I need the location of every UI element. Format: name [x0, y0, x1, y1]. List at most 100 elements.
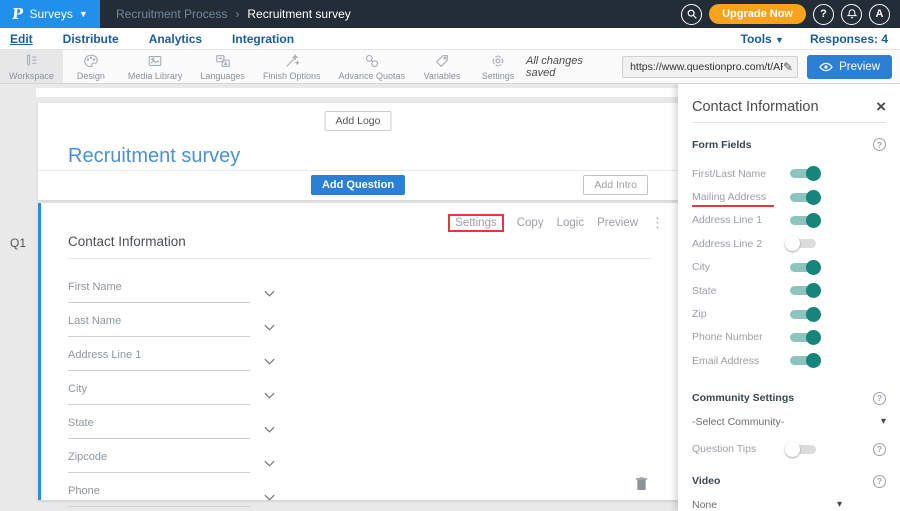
- toggle-state[interactable]: [790, 286, 816, 295]
- toggle-label: Zip: [692, 308, 790, 320]
- chevron-down-icon[interactable]: [264, 426, 275, 433]
- trash-icon: [635, 476, 648, 491]
- questionpro-logo-icon: P: [11, 5, 24, 23]
- survey-title[interactable]: Recruitment survey: [68, 145, 240, 168]
- video-select[interactable]: None ▾: [692, 499, 842, 511]
- toolbar-tab-label: Advance Quotas: [338, 71, 405, 81]
- chevron-down-icon[interactable]: [264, 392, 275, 399]
- toggle-email-address[interactable]: [790, 356, 816, 365]
- field-input[interactable]: Phone: [68, 481, 250, 507]
- question-action-settings[interactable]: Settings: [448, 214, 504, 232]
- toolbar-tab-label: Languages: [200, 71, 245, 81]
- chevron-down-icon: ▼: [79, 9, 88, 19]
- help-icon[interactable]: ?: [873, 443, 886, 456]
- toggle-zip[interactable]: [790, 310, 816, 319]
- question-tips-toggle[interactable]: [790, 445, 816, 454]
- toggle-mailing-address[interactable]: [790, 193, 816, 202]
- question-title: Contact Information: [68, 234, 186, 249]
- toolbar-tab-label: Settings: [482, 71, 515, 81]
- video-select-value: None: [692, 499, 717, 511]
- field-input[interactable]: State: [68, 413, 250, 439]
- more-options-icon[interactable]: ⋮: [651, 215, 664, 231]
- panel-title: Contact Information: [692, 99, 819, 115]
- secondary-nav: Edit Distribute Analytics Integration Tools…: [0, 28, 900, 50]
- top-navbar: P Surveys ▼ Recruitment Process › Recrui…: [0, 0, 900, 28]
- toggle-first-last-name[interactable]: [790, 169, 816, 178]
- design-icon: [83, 53, 99, 69]
- edit-url-icon[interactable]: ✎: [783, 60, 793, 74]
- settings-panel: Contact Information × Form Fields ? Firs…: [678, 84, 900, 511]
- toggle-address-line-2[interactable]: [790, 239, 816, 248]
- editor-canvas: Add Logo Recruitment survey Add Question…: [0, 84, 900, 511]
- settings-icon: [490, 53, 506, 69]
- panel-toggle-row: State: [692, 279, 886, 302]
- add-question-button[interactable]: Add Question: [311, 175, 405, 195]
- chevron-down-icon[interactable]: [264, 460, 275, 467]
- preview-button[interactable]: Preview: [807, 55, 892, 79]
- panel-toggle-row: Phone Number: [692, 326, 886, 349]
- field-label: First Name: [68, 281, 122, 293]
- upgrade-now-button[interactable]: Upgrade Now: [709, 4, 806, 24]
- breadcrumb-parent[interactable]: Recruitment Process: [116, 7, 227, 21]
- question-action-logic[interactable]: Logic: [557, 217, 585, 229]
- question-fields: First Name Last Name Address Line 1 City Sta…: [68, 277, 275, 511]
- notifications-button[interactable]: [841, 4, 862, 25]
- field-label: Phone: [68, 485, 100, 497]
- topbar-actions: Upgrade Now ? A: [681, 4, 900, 25]
- toolbar-tab-finish-options[interactable]: Finish Options: [254, 50, 330, 83]
- chevron-down-icon[interactable]: [264, 290, 275, 297]
- panel-toggle-row: Address Line 1: [692, 209, 886, 232]
- chevron-down-icon[interactable]: [264, 358, 275, 365]
- help-icon[interactable]: ?: [873, 475, 886, 488]
- toolbar-tab-media-library[interactable]: Media Library: [119, 50, 192, 83]
- toolbar-tab-label: Design: [77, 71, 105, 81]
- search-button[interactable]: [681, 4, 702, 25]
- panel-toggle-row: Mailing Address: [692, 185, 886, 208]
- tools-menu[interactable]: Tools ▼: [741, 32, 784, 46]
- community-select[interactable]: -Select Community- ▾: [692, 416, 886, 428]
- question-action-copy[interactable]: Copy: [517, 217, 544, 229]
- form-fields-section-head: Form Fields ?: [692, 138, 886, 151]
- toolbar-tab-advance-quotas[interactable]: Advance Quotas: [329, 50, 414, 83]
- survey-url-field[interactable]: https://www.questionpro.com/t/APNrFZ ✎: [622, 56, 798, 78]
- help-icon[interactable]: ?: [873, 392, 886, 405]
- close-icon[interactable]: ×: [876, 98, 886, 115]
- field-input[interactable]: Address Line 1: [68, 345, 250, 371]
- toolbar-tab-workspace[interactable]: Workspace: [0, 50, 63, 83]
- search-icon: [686, 8, 698, 20]
- account-avatar[interactable]: A: [869, 4, 890, 25]
- responses-link[interactable]: Responses: 4: [810, 32, 888, 46]
- save-status: All changes saved: [526, 55, 613, 79]
- field-input[interactable]: City: [68, 379, 250, 405]
- help-button[interactable]: ?: [813, 4, 834, 25]
- chevron-down-icon[interactable]: [264, 494, 275, 501]
- add-intro-button[interactable]: Add Intro: [583, 175, 648, 195]
- toolbar-tab-languages[interactable]: Languages: [191, 50, 254, 83]
- nav-item-analytics[interactable]: Analytics: [149, 32, 202, 46]
- field-input[interactable]: First Name: [68, 277, 250, 303]
- surveys-menu[interactable]: P Surveys ▼: [0, 0, 100, 28]
- toolbar-tab-label: Media Library: [128, 71, 183, 81]
- question-action-preview[interactable]: Preview: [597, 217, 638, 229]
- delete-question-button[interactable]: [635, 476, 648, 491]
- languages-icon: [215, 53, 231, 69]
- nav-item-integration[interactable]: Integration: [232, 32, 294, 46]
- toggle-phone-number[interactable]: [790, 333, 816, 342]
- add-logo-button[interactable]: Add Logo: [325, 111, 392, 131]
- toggle-label: State: [692, 285, 790, 297]
- toggle-address-line-1[interactable]: [790, 216, 816, 225]
- chevron-down-icon[interactable]: [264, 324, 275, 331]
- field-input[interactable]: Zipcode: [68, 447, 250, 473]
- help-icon[interactable]: ?: [873, 138, 886, 151]
- community-select-value: -Select Community-: [692, 416, 784, 428]
- toolbar-tab-settings[interactable]: Settings: [470, 50, 526, 83]
- toggle-city[interactable]: [790, 263, 816, 272]
- field-input[interactable]: Last Name: [68, 311, 250, 337]
- toolbar-tab-variables[interactable]: Variables: [414, 50, 470, 83]
- toolbar-tab-design[interactable]: Design: [63, 50, 119, 83]
- nav-item-edit[interactable]: Edit: [10, 32, 33, 46]
- divider: [692, 122, 886, 123]
- workspace-toolbar: Workspace Design Media Library Languages Fin…: [0, 50, 900, 84]
- chevron-down-icon: ▼: [775, 35, 784, 45]
- nav-item-distribute[interactable]: Distribute: [63, 32, 119, 46]
